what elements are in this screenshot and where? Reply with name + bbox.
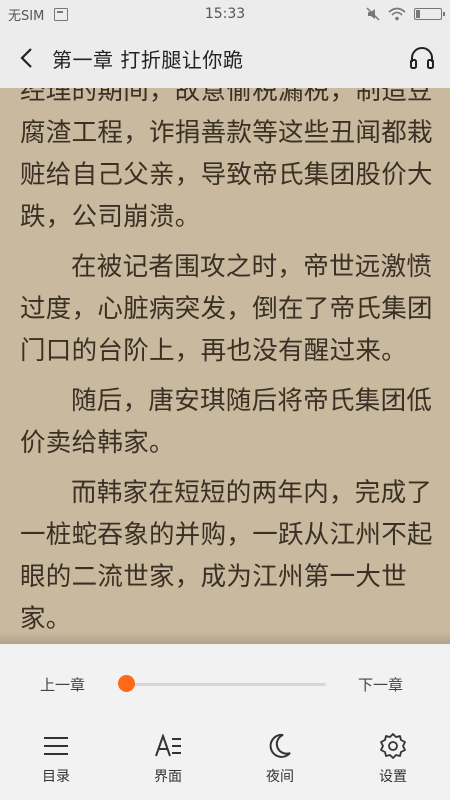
gear-icon: [380, 733, 406, 759]
prev-chapter-button[interactable]: 上一章: [40, 674, 85, 695]
moon-icon: [269, 733, 291, 758]
next-chapter-button[interactable]: 下一章: [358, 674, 403, 695]
reading-area[interactable]: 经理的期间，故意偷税漏税，制造豆腐渣工程，诈捐善款等这些丑闻都栽赃给自己父亲，导…: [0, 88, 450, 644]
paragraph: 经理的期间，故意偷税漏税，制造豆腐渣工程，诈捐善款等这些丑闻都栽赃给自己父亲，导…: [20, 88, 433, 232]
chapter-title: 第一章 打折腿让你跪: [52, 47, 244, 72]
chapter-progress-thumb[interactable]: [118, 675, 135, 692]
status-bar: 无SIM 15:33: [0, 0, 450, 28]
night-mode-button[interactable]: 夜间: [240, 728, 320, 786]
panel-shadow: [0, 632, 450, 644]
settings-button[interactable]: 设置: [353, 728, 433, 786]
chapter-progress-track[interactable]: [126, 683, 326, 686]
list-icon: [44, 737, 68, 755]
reader-toolbar: 目录 界面 夜间 设置: [0, 728, 450, 792]
appearance-label: 界面: [154, 769, 182, 785]
chevron-left-icon: [20, 48, 32, 68]
paragraph: 随后，唐安琪随后将帝氏集团低价卖给韩家。: [20, 386, 433, 458]
chapter-progress-row: 上一章 下一章: [0, 666, 450, 702]
night-mode-label: 夜间: [266, 769, 294, 785]
headphones-icon: [410, 47, 434, 69]
listen-button[interactable]: [394, 28, 450, 88]
paragraph: 而韩家在短短的两年内，完成了一桩蛇吞象的并购，一跃从江州不起眼的二流世家，成为江…: [20, 478, 433, 634]
toc-label: 目录: [42, 769, 70, 785]
settings-label: 设置: [379, 769, 407, 785]
appearance-button[interactable]: 界面: [128, 728, 208, 786]
font-style-icon: [155, 734, 181, 757]
reader-control-panel: 上一章 下一章 目录 界面 夜间 设置: [0, 644, 450, 800]
battery-icon: [414, 8, 445, 20]
reader-header: 第一章 打折腿让你跪: [0, 28, 450, 88]
back-button[interactable]: [0, 28, 52, 88]
paragraph: 在被记者围攻之时，帝世远激愤过度，心脏病突发，倒在了帝氏集团门口的台阶上，再也没…: [20, 252, 433, 366]
toc-button[interactable]: 目录: [16, 728, 96, 786]
status-time: 15:33: [204, 6, 246, 22]
